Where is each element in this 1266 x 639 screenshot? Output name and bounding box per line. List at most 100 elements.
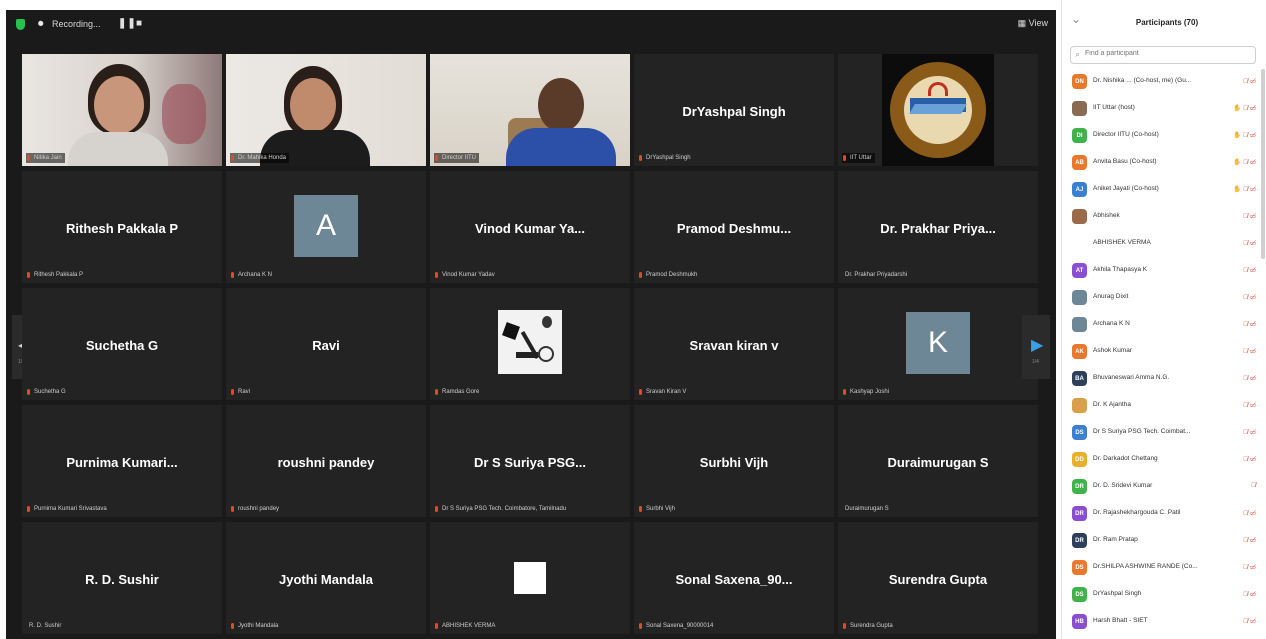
pause-recording-icon[interactable]: ❚❚ xyxy=(118,18,137,29)
next-page-button[interactable]: ▶ 1/4 xyxy=(1022,315,1050,379)
participant-status-icons: 🎙̸ xyxy=(1251,482,1256,489)
participant-tile[interactable]: Surendra Gupta Surendra Gupta xyxy=(838,522,1038,634)
participant-list-item[interactable]: DN Dr. Nishika ... (Co-host, me) (Gu... 🎙̸… xyxy=(1062,69,1262,96)
stop-recording-icon[interactable]: ■ xyxy=(136,18,142,29)
mic-muted-icon: 🎙̸ xyxy=(1243,159,1250,166)
mic-muted-icon xyxy=(27,155,30,161)
participant-tile[interactable]: Director IITU xyxy=(430,54,630,166)
participant-search-input[interactable] xyxy=(1085,50,1251,57)
participant-list-item[interactable]: IIT Uttar (host) ✋ 🎙̸ ▭̸ xyxy=(1062,96,1262,123)
participant-list-item[interactable]: BA Bhuvaneswari Amma N.G. 🎙̸ ▭̸ xyxy=(1062,366,1262,393)
participant-list-item[interactable]: HB Harsh Bhatt - SIET 🎙̸ ▭̸ xyxy=(1062,609,1262,636)
participant-name-label: Nitika Jain xyxy=(26,153,65,163)
participant-tile[interactable]: Sonal Saxena_90... Sonal Saxena_90000014 xyxy=(634,522,834,634)
participant-tile[interactable]: Surbhi Vijh Surbhi Vijh xyxy=(634,405,834,517)
participant-display-name: Ravi xyxy=(312,338,340,353)
participant-tile[interactable]: Dr. Mahika Honda xyxy=(226,54,426,166)
participant-tile[interactable]: Purnima Kumari... Purnima Kumari Srivasta… xyxy=(22,405,222,517)
view-button[interactable]: ▦ View xyxy=(1018,18,1048,29)
participant-tile[interactable]: K Kashyap Joshi xyxy=(838,288,1038,400)
participant-avatar: DS xyxy=(1072,560,1087,575)
participant-status-icons: 🎙̸ ▭̸ xyxy=(1243,77,1256,85)
participant-list-item[interactable]: DS Dr.SHILPA ASHWINE RANDE (Co... 🎙̸ ▭̸ xyxy=(1062,555,1262,582)
video-off-icon: ▭̸ xyxy=(1249,213,1256,220)
participant-search[interactable]: ⌕ xyxy=(1070,46,1256,64)
chevron-right-icon: ▶ xyxy=(1031,337,1044,354)
participant-list-item[interactable]: AJ Aniket Jayati (Co-host) ✋ 🎙̸ ▭̸ xyxy=(1062,177,1262,204)
participant-list-item[interactable]: Anurag Dixit 🎙̸ ▭̸ xyxy=(1062,285,1262,312)
view-button-label: View xyxy=(1028,18,1048,28)
participant-avatar: DD xyxy=(1072,452,1087,467)
participant-list-item[interactable]: DR Dr. D. Sridevi Kumar 🎙̸ xyxy=(1062,474,1262,501)
participant-name-label: Dr. Mahika Honda xyxy=(230,153,290,163)
video-off-icon: ▭̸ xyxy=(1249,537,1256,544)
participant-name-label: Sonal Saxena_90000014 xyxy=(638,621,716,631)
participant-list-item[interactable]: DR Dr. Ram Pratap 🎙̸ ▭̸ xyxy=(1062,528,1262,555)
participant-avatar: DS xyxy=(1072,587,1087,602)
participant-tile[interactable]: roushni pandey roushni pandey xyxy=(226,405,426,517)
participant-label-text: IIT Uttar xyxy=(850,155,872,161)
security-shield-icon[interactable] xyxy=(16,19,25,30)
participant-avatar: BA xyxy=(1072,371,1087,386)
participant-list-item[interactable]: Abhishek 🎙̸ ▭̸ xyxy=(1062,204,1262,231)
meeting-topbar: ⏺ Recording... ❚❚ ■ ▦ View xyxy=(6,10,1056,42)
participant-list-item[interactable]: DD Dr. Darkadot Chettang 🎙̸ ▭̸ xyxy=(1062,447,1262,474)
recording-icon: ⏺ xyxy=(38,18,44,30)
mic-muted-icon xyxy=(843,389,846,395)
participant-tile[interactable]: Pramod Deshmu... Pramod Deshmukh xyxy=(634,171,834,283)
participant-list-item[interactable]: Dr. K Ajantha 🎙̸ ▭̸ xyxy=(1062,393,1262,420)
profile-picture xyxy=(514,562,546,594)
participant-tile[interactable]: Duraimurugan S Duraimurugan S xyxy=(838,405,1038,517)
participant-status-icons: 🎙̸ ▭̸ xyxy=(1243,428,1256,436)
participant-name: Dr. Ram Pratap xyxy=(1093,536,1138,543)
participant-label-text: Dr S Suriya PSG Tech. Coimbatore, Tamiln… xyxy=(442,506,567,512)
participant-name: Anvita Basu (Co-host) xyxy=(1093,158,1157,165)
participant-tile[interactable]: Dr S Suriya PSG... Dr S Suriya PSG Tech. … xyxy=(430,405,630,517)
participant-name: Ashok Kumar xyxy=(1093,347,1133,354)
participant-status-icons: 🎙̸ ▭̸ xyxy=(1243,590,1256,598)
participant-tile[interactable]: Ramdas Gore xyxy=(430,288,630,400)
mic-muted-icon xyxy=(639,506,642,512)
collapse-panel-icon[interactable]: ⌄ xyxy=(1071,12,1081,26)
participant-tile[interactable]: IIT Uttar xyxy=(838,54,1038,166)
participant-list-item[interactable]: DS DrYashpal Singh 🎙̸ ▭̸ xyxy=(1062,582,1262,609)
participant-tile[interactable]: Jyothi Mandala Jyothi Mandala xyxy=(226,522,426,634)
participant-name: Harsh Bhatt - SIET xyxy=(1093,617,1148,624)
mic-muted-icon: 🎙̸ xyxy=(1243,132,1250,139)
participants-panel: ⌄ Participants (70) ⌕ DN Dr. Nishika ... … xyxy=(1061,0,1266,639)
participant-name-label: Sravan Kiran V xyxy=(638,387,689,397)
participant-list-scrollbar[interactable] xyxy=(1261,69,1265,259)
participant-display-name: Purnima Kumari... xyxy=(66,455,178,470)
participant-list-item[interactable]: AT Akhila Thapasya K 🎙̸ ▭̸ xyxy=(1062,258,1262,285)
participant-name: Dr. Darkadot Chettang xyxy=(1093,455,1158,462)
participant-name: Bhuvaneswari Amma N.G. xyxy=(1093,374,1170,381)
participant-list-item[interactable]: AK Ashok Kumar 🎙̸ ▭̸ xyxy=(1062,339,1262,366)
participant-tile[interactable]: Nitika Jain xyxy=(22,54,222,166)
participant-label-text: Purnima Kumari Srivastava xyxy=(34,506,107,512)
participant-name: Anurag Dixit xyxy=(1093,293,1129,300)
page-indicator: 1/4 xyxy=(1032,359,1039,365)
participant-tile[interactable]: A Archana K N xyxy=(226,171,426,283)
participant-list: DN Dr. Nishika ... (Co-host, me) (Gu... 🎙̸… xyxy=(1062,69,1262,636)
video-off-icon: ▭̸ xyxy=(1249,591,1256,598)
participant-tile[interactable]: R. D. Sushir R. D. Sushir xyxy=(22,522,222,634)
participant-list-item[interactable]: DR Dr. Rajashekhargouda C. Patil 🎙̸ ▭̸ xyxy=(1062,501,1262,528)
mic-muted-icon xyxy=(231,506,234,512)
participant-name: Aniket Jayati (Co-host) xyxy=(1093,185,1159,192)
participant-tile[interactable]: Suchetha G Suchetha G xyxy=(22,288,222,400)
participant-tile[interactable]: Ravi Ravi xyxy=(226,288,426,400)
participant-tile[interactable]: Vinod Kumar Ya... Vinod Kumar Yadav xyxy=(430,171,630,283)
participant-tile[interactable]: Sravan kiran v Sravan Kiran V xyxy=(634,288,834,400)
participant-display-name: Dr S Suriya PSG... xyxy=(474,455,586,470)
participant-list-item[interactable]: DS Dr S Suriya PSG Tech. Coimbat... 🎙̸ ▭̸ xyxy=(1062,420,1262,447)
participant-tile[interactable]: Dr. Prakhar Priya... Dr. Prakhar Priyadar… xyxy=(838,171,1038,283)
participant-tile[interactable]: DrYashpal Singh DrYashpal Singh xyxy=(634,54,834,166)
participant-list-item[interactable]: AB Anvita Basu (Co-host) ✋ 🎙̸ ▭̸ xyxy=(1062,150,1262,177)
mic-muted-icon xyxy=(231,623,234,629)
participant-list-item[interactable]: Archana K N 🎙̸ ▭̸ xyxy=(1062,312,1262,339)
participant-tile[interactable]: ABHISHEK VERMA xyxy=(430,522,630,634)
participant-tile[interactable]: Rithesh Pakkala P Rithesh Pakkala P xyxy=(22,171,222,283)
search-icon: ⌕ xyxy=(1075,49,1081,59)
participant-list-item[interactable]: ABHISHEK VERMA 🎙̸ ▭̸ xyxy=(1062,231,1262,258)
participant-list-item[interactable]: DI Director IITU (Co-host) ✋ 🎙̸ ▭̸ xyxy=(1062,123,1262,150)
